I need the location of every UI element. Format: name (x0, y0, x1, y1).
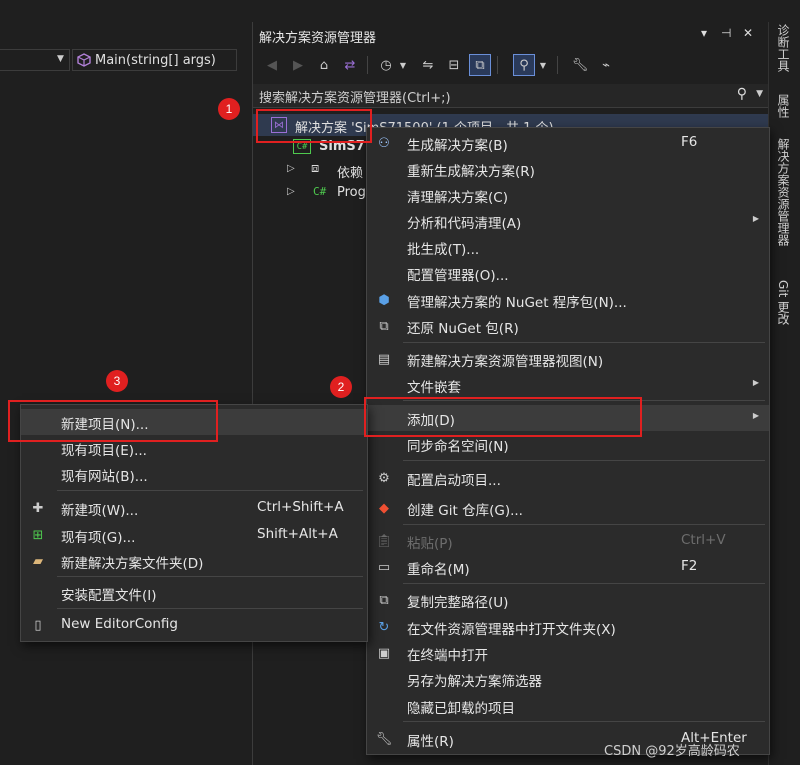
nuget-icon: ⬢ (378, 292, 390, 308)
chevron-down-icon[interactable]: ▼ (756, 89, 763, 99)
menu-item-existing-item[interactable]: ⊞ 现有项(G)... Shift+Alt+A (21, 522, 367, 548)
properties-wrench-icon[interactable]: 🔧︎ (569, 54, 591, 76)
menu-item-rename[interactable]: ▭ 重命名(M) F2 (367, 554, 769, 580)
menu-item-new-item[interactable]: ✚ 新建项(W)... Ctrl+Shift+A (21, 495, 367, 521)
panel-title: 解决方案资源管理器 (259, 31, 377, 46)
back-icon[interactable]: ◀ (261, 54, 283, 76)
menu-item-new-editorconfig[interactable]: ▯ New EditorConfig (21, 612, 367, 638)
dependencies-label: 依赖 (337, 166, 364, 181)
annotation-badge-2: 2 (330, 376, 352, 398)
dependencies-icon: ⧈ (311, 161, 320, 176)
build-icon: ⚇ (378, 135, 390, 151)
tab-git-changes[interactable]: Git 更改 (775, 280, 792, 325)
explorer-toolbar: ◀ ▶ ⌂ ⇄ ◷ ▼ ⇋ ⊟ ⧉ ⚲ ▼ 🔧︎ ⌁ (253, 50, 768, 80)
menu-item-install-config[interactable]: 安装配置文件(I) (21, 580, 367, 606)
tab-diagnostic-tools[interactable]: 诊断工具 (775, 24, 792, 72)
method-icon (77, 53, 91, 67)
sync-icon[interactable]: ⇋ (417, 54, 439, 76)
menu-item-manage-nuget[interactable]: ⬢ 管理解决方案的 NuGet 程序包(N)... (367, 287, 769, 313)
side-tool-tabs: 诊断工具 属性 解决方案资源管理器 Git 更改 (768, 22, 800, 765)
panel-menu-dropdown-icon[interactable]: ▾ (701, 26, 707, 40)
show-all-files-icon[interactable]: ⧉ (469, 54, 491, 76)
terminal-icon: ▣ (377, 645, 391, 661)
new-folder-icon: ▰ (33, 553, 43, 569)
menu-item-config-manager[interactable]: 配置管理器(O)... (367, 260, 769, 286)
menu-item-new-solution-folder[interactable]: ▰ 新建解决方案文件夹(D) (21, 548, 367, 574)
close-icon[interactable]: ✕ (743, 26, 753, 40)
annotation-badge-1: 1 (218, 98, 240, 120)
search-icon[interactable]: ⚲ (737, 86, 747, 102)
submenu-arrow-icon: ▶ (752, 411, 759, 420)
new-item-icon: ✚ (32, 500, 44, 516)
editorconfig-icon: ▯ (34, 617, 42, 633)
submenu-arrow-icon: ▶ (752, 214, 759, 223)
new-view-icon: ▤ (377, 351, 391, 367)
type-dropdown[interactable]: ▼ (0, 49, 70, 71)
annotation-badge-3: 3 (106, 370, 128, 392)
home-icon[interactable]: ⌂ (313, 54, 335, 76)
tab-solution-explorer[interactable]: 解决方案资源管理器 (775, 138, 792, 246)
solution-context-menu: ⚇ 生成解决方案(B) F6 重新生成解决方案(R) 清理解决方案(C) 分析和… (366, 127, 770, 755)
annotation-box-solution (256, 109, 372, 143)
menu-item-existing-website[interactable]: 现有网站(B)... (21, 461, 367, 487)
open-folder-icon: ↻ (378, 619, 390, 635)
rename-icon: ▭ (377, 559, 391, 575)
menu-item-open-in-explorer[interactable]: ↻ 在文件资源管理器中打开文件夹(X) (367, 614, 769, 640)
restore-icon: ⧉ (379, 318, 389, 334)
annotation-box-new-project (8, 400, 218, 442)
wrench-icon: 🔧︎ (375, 731, 393, 747)
existing-item-icon: ⊞ (32, 527, 44, 543)
collapse-all-icon[interactable]: ⊟ (443, 54, 465, 76)
expand-arrow-icon[interactable]: ▷ (287, 186, 295, 197)
tree-row-program[interactable]: ▷ C# Prog (253, 182, 373, 204)
submenu-arrow-icon: ▶ (752, 378, 759, 387)
panel-title-bar: 解决方案资源管理器 ▾ ⊣ ✕ (253, 22, 768, 48)
menu-item-restore-nuget[interactable]: ⧉ 还原 NuGet 包(R) (367, 313, 769, 339)
forward-icon[interactable]: ▶ (287, 54, 309, 76)
chevron-down-icon[interactable]: ▼ (537, 54, 549, 76)
member-dropdown-label: Main(string[] args) (95, 53, 216, 68)
copy-icon: ⧉ (379, 592, 389, 608)
menu-item-file-nesting[interactable]: 文件嵌套 ▶ (367, 372, 769, 398)
menu-item-rebuild-solution[interactable]: 重新生成解决方案(R) (367, 156, 769, 182)
chevron-down-icon[interactable]: ▼ (397, 54, 409, 76)
switch-views-icon[interactable]: ⇄ (339, 54, 361, 76)
program-label: Prog (337, 185, 366, 200)
menu-item-new-explorer-view[interactable]: ▤ 新建解决方案资源管理器视图(N) (367, 346, 769, 372)
preview-icon[interactable]: ⌁ (595, 54, 617, 76)
search-placeholder: 搜索解决方案资源管理器(Ctrl+;) (259, 91, 451, 106)
menu-item-copy-full-path[interactable]: ⧉ 复制完整路径(U) (367, 587, 769, 613)
explorer-search[interactable]: 搜索解决方案资源管理器(Ctrl+;) ⚲ ▼ (253, 84, 769, 108)
menu-item-hide-unloaded[interactable]: 隐藏已卸载的项目 (367, 693, 769, 719)
menu-item-paste[interactable]: 📋︎ 粘贴(P) Ctrl+V (367, 528, 769, 554)
editor-nav-bar: ▼ Main(string[] args) (0, 46, 240, 76)
annotation-box-add (364, 397, 642, 437)
member-dropdown[interactable]: Main(string[] args) (72, 49, 237, 71)
watermark: CSDN @92岁高龄码农 (604, 744, 740, 759)
chevron-down-icon: ▼ (57, 54, 64, 64)
preview-selected-icon[interactable]: ⚲ (513, 54, 535, 76)
tab-properties[interactable]: 属性 (775, 94, 792, 118)
menu-item-analyze-cleanup[interactable]: 分析和代码清理(A) ▶ (367, 208, 769, 234)
csharp-file-icon: C# (313, 185, 327, 198)
menu-item-save-as-filter[interactable]: 另存为解决方案筛选器 (367, 666, 769, 692)
expand-arrow-icon[interactable]: ▷ (287, 163, 295, 174)
gear-icon: ⚙ (378, 470, 390, 486)
menu-item-create-git-repo[interactable]: ◆ 创建 Git 仓库(G)... (367, 495, 769, 521)
menu-item-clean-solution[interactable]: 清理解决方案(C) (367, 182, 769, 208)
paste-icon: 📋︎ (375, 533, 393, 549)
menu-item-build-solution[interactable]: ⚇ 生成解决方案(B) F6 (367, 130, 769, 156)
tree-row-dependencies[interactable]: ▷ ⧈ 依赖 (253, 159, 373, 181)
menu-item-batch-build[interactable]: 批生成(T)... (367, 234, 769, 260)
menu-item-startup-projects[interactable]: ⚙ 配置启动项目... (367, 465, 769, 491)
pending-changes-filter-icon[interactable]: ◷ (375, 54, 397, 76)
menu-item-open-in-terminal[interactable]: ▣ 在终端中打开 (367, 640, 769, 666)
git-icon: ◆ (379, 500, 389, 516)
pin-icon[interactable]: ⊣ (721, 26, 731, 40)
